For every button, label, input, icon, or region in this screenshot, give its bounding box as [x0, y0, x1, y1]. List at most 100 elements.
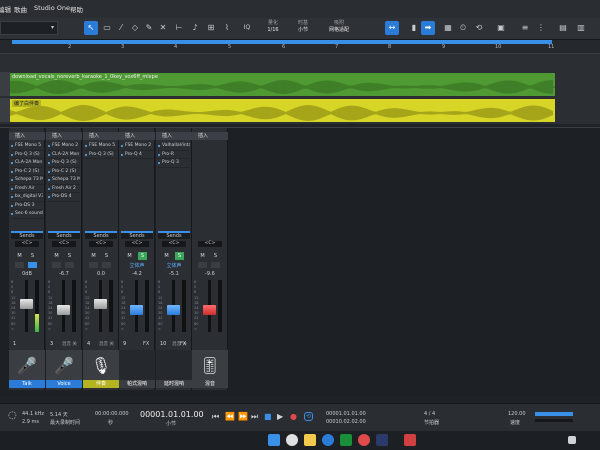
mute-button[interactable]: M [89, 252, 98, 260]
pan-control[interactable]: <C> [15, 241, 39, 247]
loop-end[interactable]: 00010.02.02.00 [326, 419, 366, 425]
volume-fader[interactable] [57, 305, 70, 316]
song-selector[interactable]: ▾ [0, 21, 58, 35]
loop-start[interactable]: 00001.01.01.00 [326, 411, 366, 417]
play-icon[interactable]: ▶ [277, 412, 283, 421]
menu-studio-one[interactable]: Studio One [34, 4, 70, 12]
edge-icon[interactable] [322, 434, 334, 446]
monitor-button[interactable] [28, 262, 37, 268]
insert-slot[interactable]: Pro-R [158, 151, 190, 159]
output-route[interactable]: 立体声 [119, 262, 155, 269]
metronome-icon[interactable]: ▮ [407, 21, 421, 35]
insert-slot[interactable]: FSE Mono 5 [11, 142, 43, 151]
insert-slot[interactable]: FSE Mono 2 [48, 142, 80, 151]
insert-slot[interactable]: Pro-Q 3 (S) [48, 159, 80, 168]
record-arm-button[interactable] [52, 262, 61, 268]
automation-mode[interactable]: 混音 关 [62, 341, 77, 347]
insert-slot[interactable]: Pro-Q 3 [158, 159, 190, 168]
volume-fader[interactable] [20, 298, 33, 309]
insert-slot[interactable]: Pro-C 2 (S) [48, 168, 80, 176]
automation-mode[interactable]: 混音 关 [99, 341, 114, 347]
insert-slot[interactable]: Pro-DS 4 [48, 193, 80, 202]
rewind-icon[interactable]: ⏪ [225, 412, 235, 421]
studio-one-icon[interactable] [376, 434, 388, 446]
record-arm-button[interactable] [15, 262, 24, 268]
mute-button[interactable]: M [15, 252, 24, 260]
loop-range-bar[interactable] [12, 40, 552, 44]
eraser-tool-icon[interactable]: ◇ [128, 21, 142, 35]
solo-button[interactable]: S [138, 252, 147, 260]
follow-icon[interactable]: ➡ [421, 21, 435, 35]
insert-slot[interactable]: Pro-Q 4 [121, 151, 153, 159]
channel-name[interactable]: 伴奏 [83, 380, 119, 388]
arrow-tool-icon[interactable]: ↖ [84, 21, 98, 35]
insert-slot[interactable]: Fresh Air [11, 185, 43, 193]
pan-control[interactable]: <C> [125, 241, 149, 247]
channel-name[interactable]: 帕式混响 [119, 380, 155, 388]
sends-header[interactable]: Sends [11, 231, 43, 239]
insert-header[interactable]: 插入 [156, 132, 192, 140]
position-display[interactable]: 00001.01.01.00 [140, 410, 204, 419]
volume-fader[interactable] [203, 305, 216, 316]
insert-slot[interactable]: FSE Mono 5 [85, 142, 117, 151]
range-tool-icon[interactable]: ▭ [100, 21, 114, 35]
pan-control[interactable]: <C> [52, 241, 76, 247]
sends-header[interactable]: Sends [48, 231, 80, 239]
video-icon[interactable]: ▣ [494, 21, 508, 35]
channel-name[interactable]: 混音 [192, 380, 228, 388]
solo-button[interactable]: S [211, 252, 220, 260]
channel-name[interactable]: 延时混响 [156, 380, 192, 388]
menu-edit[interactable]: 编辑 [0, 4, 11, 14]
volume-fader[interactable] [94, 298, 107, 309]
bend-tool-icon[interactable]: ⊢ [172, 21, 186, 35]
return-zero-icon[interactable]: ⏮ [212, 412, 219, 422]
browser-icon[interactable]: ▥ [574, 21, 588, 35]
volume-readout[interactable]: 0.0 [83, 271, 119, 277]
volume-readout[interactable]: 0dB [9, 271, 45, 277]
grid-icon[interactable]: ▦ [441, 21, 455, 35]
forward-icon[interactable]: ⏩ [238, 412, 248, 421]
menu-help[interactable]: 帮助 [70, 4, 83, 14]
monitor-button[interactable] [102, 262, 111, 268]
record-arm-button[interactable] [198, 262, 207, 268]
insert-header[interactable]: 插入 [83, 132, 119, 140]
mute-tool-icon[interactable]: ✕ [156, 21, 170, 35]
insert-header[interactable]: 插入 [46, 132, 82, 140]
channel-name[interactable]: Voice [46, 380, 82, 388]
paint-tool-icon[interactable]: ✎ [142, 21, 156, 35]
volume-readout[interactable]: -6.7 [46, 271, 82, 277]
mixer-tool-icon[interactable]: ⊞ [204, 21, 218, 35]
insert-slot[interactable]: Schepa 73 M [48, 176, 80, 185]
pan-control[interactable]: <C> [198, 241, 222, 247]
volume-readout[interactable]: -9.6 [192, 271, 228, 277]
mute-button[interactable]: M [162, 252, 171, 260]
insert-slot[interactable]: CLA-2A Mon [11, 159, 43, 168]
start-icon[interactable] [268, 434, 280, 446]
quantize-field[interactable]: 量化 1/16 [262, 20, 284, 34]
channel-name[interactable]: Talk [9, 380, 45, 388]
volume-readout[interactable]: -4.2 [119, 271, 155, 277]
list-icon[interactable]: ≡ [518, 21, 532, 35]
timecode-icon[interactable]: ⏲ [456, 21, 470, 35]
listen-tool-icon[interactable]: ♪ [188, 21, 202, 35]
insert-header[interactable]: 插入 [119, 132, 155, 140]
audio-region[interactable]: download_vocals_noreverb_karaoke_1_0key_… [10, 73, 555, 96]
sends-header[interactable]: Sends [158, 231, 190, 239]
track-header[interactable] [0, 98, 10, 122]
iq-button[interactable]: IQ [240, 21, 254, 35]
solo-button[interactable]: S [102, 252, 111, 260]
settings-icon[interactable]: ⋮ [534, 21, 548, 35]
fx-label[interactable]: FX [180, 341, 186, 347]
mute-button[interactable]: M [52, 252, 61, 260]
snap-field[interactable]: 吸附 网格适配 [322, 20, 356, 34]
volume-fader[interactable] [130, 305, 143, 316]
time-signature[interactable]: 4 / 4 [424, 411, 435, 417]
timebase-field[interactable]: 时基 小节 [292, 20, 314, 34]
search-icon[interactable] [286, 434, 298, 446]
insert-slot[interactable]: Schepa 73 M [11, 176, 43, 185]
track-header[interactable] [0, 72, 10, 96]
volume-fader[interactable] [167, 305, 180, 316]
sends-header[interactable]: Sends [85, 231, 117, 239]
output-route[interactable]: 立体声 [156, 262, 192, 269]
end-icon[interactable]: ⏭ [251, 412, 258, 422]
